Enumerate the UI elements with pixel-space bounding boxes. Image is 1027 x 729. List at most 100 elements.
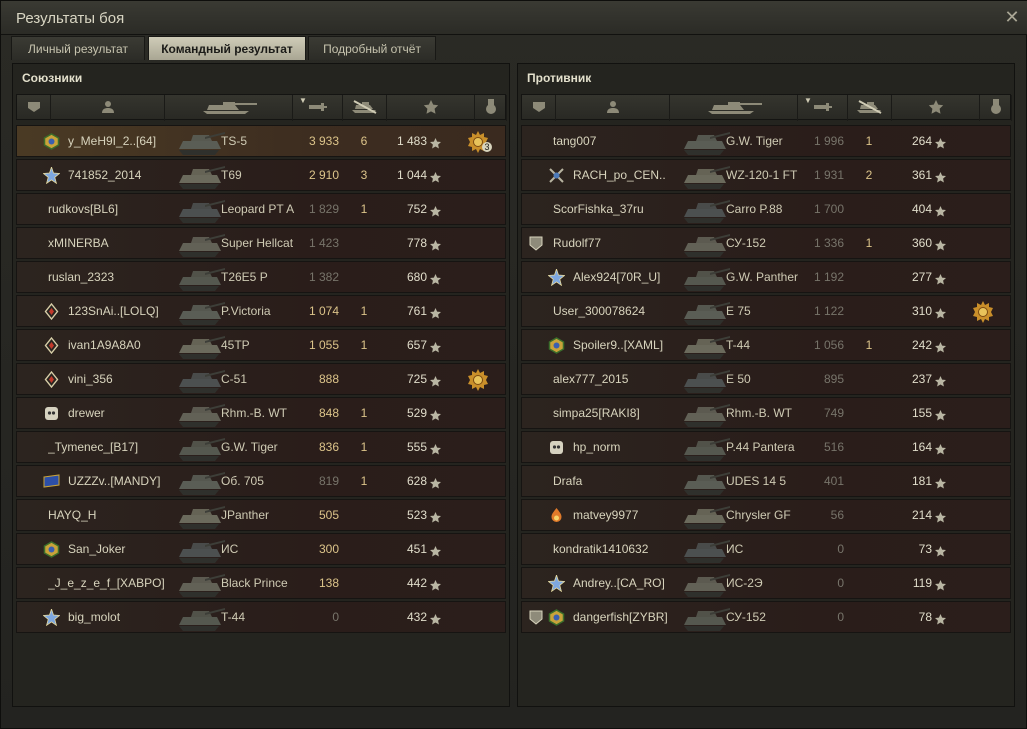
tank-image	[680, 366, 732, 394]
kills-value	[349, 364, 379, 394]
tank-image	[680, 162, 732, 190]
damage-value: 749	[823, 406, 844, 420]
hex-badge-icon	[43, 133, 60, 150]
player-row[interactable]: ruslan_2323 T26E5 P1 382 680	[16, 261, 506, 293]
player-row[interactable]: _Tymenec_[B17] G.W. Tiger 836 1 555	[16, 431, 506, 463]
star-icon	[935, 442, 946, 455]
player-row[interactable]: UZZZv..[MANDY] Об. 705 819 1 628	[16, 465, 506, 497]
star-icon	[935, 408, 946, 421]
kills-value	[349, 568, 379, 598]
player-row[interactable]: Rudolf77 СУ-152 1 336 1 360	[521, 227, 1011, 259]
damage-value: 1 700	[813, 202, 844, 216]
player-name: rudkovs[BL6]	[48, 202, 119, 216]
close-button[interactable]: ✕	[1002, 7, 1022, 27]
player-row[interactable]: xMINERBA Super Hellcat 1 423 778	[16, 227, 506, 259]
damage-value: 401	[823, 474, 844, 488]
tank-image	[680, 570, 732, 598]
header-kills-column[interactable]	[343, 95, 387, 121]
player-row[interactable]: big_molot T-44 0 432	[16, 601, 506, 633]
kills-value	[854, 602, 884, 632]
player-row[interactable]: kondratik1410632 ИС 0 73	[521, 533, 1011, 565]
header-experience-column[interactable]	[892, 95, 980, 121]
star-badge-icon	[42, 607, 61, 627]
medal-icon[interactable]	[467, 369, 489, 391]
player-row[interactable]: rudkovs[BL6] Leopard PT A1 829 1 752	[16, 193, 506, 225]
player-row[interactable]: User_300078624 E 75 1 122 310	[521, 295, 1011, 327]
player-row[interactable]: HAYQ_H JPanther 505 523	[16, 499, 506, 531]
tank-image	[680, 230, 732, 258]
experience-value: 404	[911, 202, 932, 216]
player-row[interactable]: simpa25[RAKI8] Rhm.-B. WT 749 155	[521, 397, 1011, 429]
player-row[interactable]: Alex924[70R_U] G.W. Panther 1 192 277	[521, 261, 1011, 293]
star-icon	[430, 136, 441, 149]
kills-value	[349, 534, 379, 564]
player-row[interactable]: dangerfish[ZYBR] СУ-152 0 78	[521, 601, 1011, 633]
kills-value	[854, 194, 884, 224]
experience-value: 264	[911, 134, 932, 148]
header-player-column[interactable]	[556, 95, 670, 121]
player-row[interactable]: RACH_po_CEN.. WZ-120-1 FT 1 931 2 361	[521, 159, 1011, 191]
diamond-badge-icon	[43, 336, 60, 355]
tank-image	[680, 604, 732, 632]
player-row[interactable]: ivan1A9A8A0 45TP 1 055 1 657	[16, 329, 506, 361]
damage-value: 3 933	[308, 134, 339, 148]
medal-icon[interactable]: 3	[467, 131, 492, 153]
experience-value: 1 483	[396, 134, 427, 148]
tank-image	[175, 536, 227, 564]
damage-value: 1 336	[813, 236, 844, 250]
tank-image	[175, 604, 227, 632]
header-rank-column[interactable]	[17, 95, 51, 121]
medal-icon[interactable]	[972, 301, 994, 323]
player-name: Drafa	[553, 474, 583, 488]
player-row[interactable]: Spoiler9..[XAML] T-44 1 056 1 242	[521, 329, 1011, 361]
player-name: simpa25[RAKI8]	[553, 406, 640, 420]
header-medal-column[interactable]	[475, 95, 507, 121]
tab-detailed-report[interactable]: Подробный отчёт	[308, 36, 436, 60]
player-name: Alex924[70R_U]	[573, 270, 661, 284]
header-kills-column[interactable]	[848, 95, 892, 121]
player-row[interactable]: San_Joker ИС 300 451	[16, 533, 506, 565]
header-tank-column[interactable]	[670, 95, 798, 121]
player-name: hp_norm	[573, 440, 621, 454]
tank-image	[680, 196, 732, 224]
damage-value: 1 055	[308, 338, 339, 352]
player-row[interactable]: 123SnAi..[LOLQ] P.Victoria 1 074 1 761	[16, 295, 506, 327]
header-rank-column[interactable]	[522, 95, 556, 121]
star-icon	[935, 340, 946, 353]
experience-value: 277	[911, 270, 932, 284]
player-row[interactable]: Drafa UDES 14 5 401 181	[521, 465, 1011, 497]
player-name: Rudolf77	[553, 236, 602, 250]
star-icon	[430, 442, 441, 455]
tab-team-result[interactable]: Командный результат	[148, 36, 306, 60]
tank-image	[175, 366, 227, 394]
player-row[interactable]: alex777_2015 E 50 895 237	[521, 363, 1011, 395]
player-row[interactable]: Andrey..[CA_RO] ИС-2Э 0 119	[521, 567, 1011, 599]
damage-value: 516	[823, 440, 844, 454]
player-row[interactable]: drewer Rhm.-B. WT 848 1 529	[16, 397, 506, 429]
flag-badge-icon	[43, 473, 60, 490]
player-row[interactable]: matvey9977 Chrysler GF 56 214	[521, 499, 1011, 531]
tab-personal-result[interactable]: Личный результат	[11, 36, 145, 60]
player-row[interactable]: tang007 G.W. Tiger 1 996 1 264	[521, 125, 1011, 157]
header-tank-column[interactable]	[165, 95, 293, 121]
player-name: 123SnAi..[LOLQ]	[68, 304, 159, 318]
tank-image	[175, 264, 227, 292]
player-row[interactable]: y_MeH9I_2..[64] TS-5 3 933 6 1 483 3	[16, 125, 506, 157]
kills-value	[854, 432, 884, 462]
experience-value: 361	[911, 168, 932, 182]
header-experience-column[interactable]	[387, 95, 475, 121]
player-name: User_300078624	[553, 304, 646, 318]
player-row[interactable]: ScorFishka_37ru Carro P.88 1 700 404	[521, 193, 1011, 225]
player-row[interactable]: 741852_2014 T69 2 910 3 1 044	[16, 159, 506, 191]
player-name: matvey9977	[573, 508, 639, 522]
star-icon	[430, 272, 441, 285]
player-row[interactable]: vini_356 C-51 888 725	[16, 363, 506, 395]
header-player-column[interactable]	[51, 95, 165, 121]
damage-value: 56	[830, 508, 844, 522]
header-medal-column[interactable]	[980, 95, 1012, 121]
player-row[interactable]: _J_e_z_e_f_[XABPO] Black Prince 138 442	[16, 567, 506, 599]
player-row[interactable]: hp_norm P.44 Pantera 516 164	[521, 431, 1011, 463]
player-name: y_MeH9I_2..[64]	[68, 134, 157, 148]
damage-value: 1 423	[308, 236, 339, 250]
experience-value: 155	[911, 406, 932, 420]
